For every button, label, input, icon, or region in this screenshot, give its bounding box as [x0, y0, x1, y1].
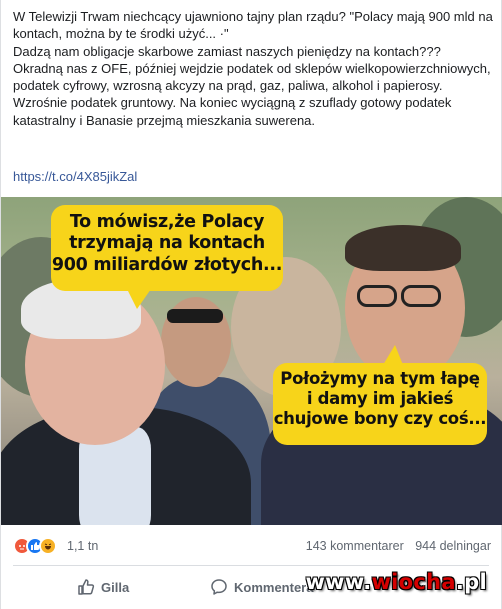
meme-photo: To mówisz,że Polacy trzymają na kontach … [1, 197, 502, 525]
comment-icon [211, 579, 227, 595]
bubble-text-line: 900 miliardów złotych... [51, 254, 283, 275]
shares-count[interactable]: 944 delningar [415, 539, 491, 553]
speech-bubble-tail [383, 345, 403, 365]
post-text-line: Okradną nas z OFE, później wejdzie podat… [13, 60, 491, 128]
watermark-brand: wiocha [371, 570, 456, 594]
speech-bubble-tail [127, 289, 151, 309]
bubble-text-line: To mówisz,że Polacy [69, 212, 265, 232]
bubble-text-line: chujowe bony czy coś... [273, 409, 487, 429]
sunglasses [167, 309, 223, 323]
post-stats: 1,1 tn 143 kommentarer 944 delningar [1, 527, 502, 565]
reactions[interactable] [13, 537, 57, 555]
comments-count[interactable]: 143 kommentarer [306, 539, 404, 553]
comment-label: Kommentera [234, 579, 314, 595]
reactions-count[interactable]: 1,1 tn [67, 539, 98, 553]
post-link[interactable]: https://t.co/4X85jikZal [13, 169, 137, 184]
bubble-text-line: Położymy na tym łapę [280, 369, 480, 388]
glasses [357, 285, 397, 307]
like-button[interactable]: Gilla [77, 576, 129, 598]
post-text-line: W Telewizji Trwam niechcący ujawniono ta… [13, 9, 493, 42]
comment-button[interactable]: Kommentera [210, 576, 313, 598]
facebook-post: W Telewizji Trwam niechcący ujawniono ta… [0, 0, 502, 609]
bubble-text-line: trzymają na kontach [69, 233, 265, 254]
haha-icon [39, 537, 57, 555]
thumbs-up-icon [78, 579, 95, 595]
post-text-line: Dadzą nam obligacje skarbowe zamiast nas… [13, 43, 441, 59]
man-right-hair [345, 225, 461, 271]
like-label: Gilla [101, 579, 130, 595]
post-text: W Telewizji Trwam niechcący ujawniono ta… [13, 8, 495, 129]
glasses [401, 285, 441, 307]
watermark-prefix: www. [305, 570, 372, 594]
bubble-text-line: i damy im jakieś [306, 389, 454, 409]
speech-bubble-top: To mówisz,że Polacy trzymają na kontach … [51, 205, 283, 291]
speech-bubble-bottom: Położymy na tym łapę i damy im jakieś ch… [273, 363, 487, 445]
wiocha-watermark: www.wiocha.pl [305, 570, 487, 594]
stats-right: 143 kommentarer 944 delningar [306, 539, 491, 553]
watermark-suffix: .pl [455, 570, 487, 594]
